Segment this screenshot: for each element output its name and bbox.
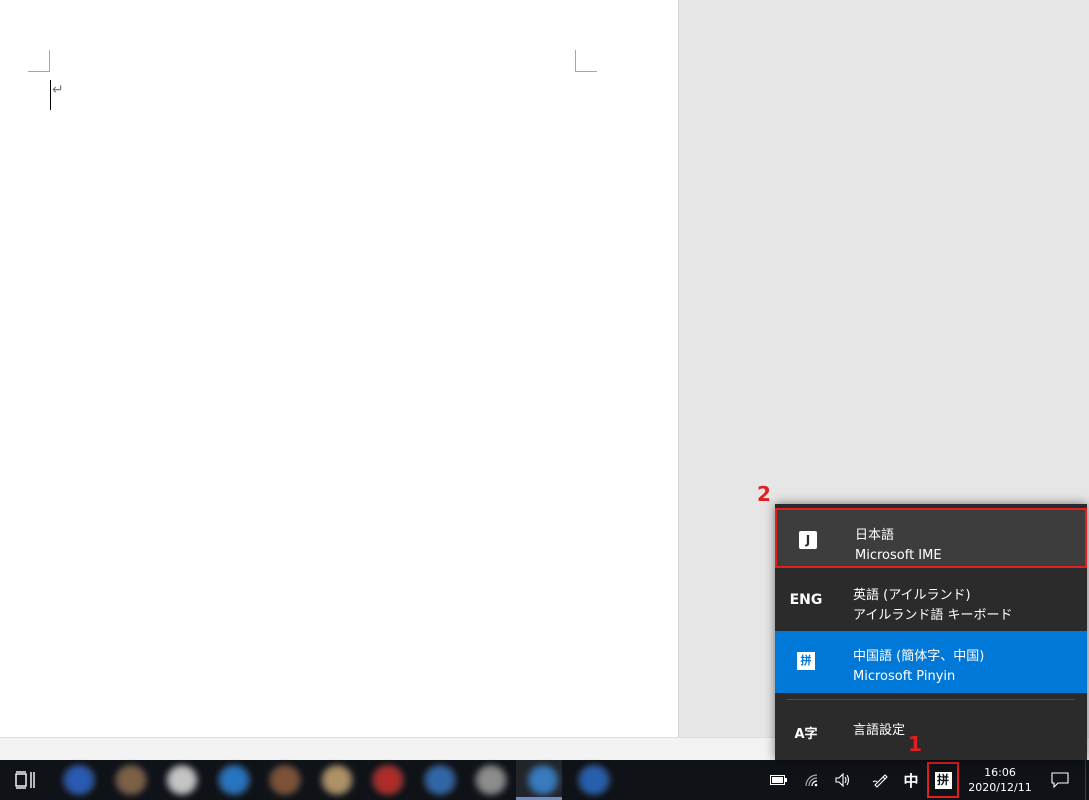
language-name: 日本語: [855, 528, 895, 543]
pinyin-icon: 拼: [934, 771, 952, 789]
language-settings-label: 言語設定: [853, 723, 906, 738]
pinned-app-icon[interactable]: [371, 764, 405, 796]
task-view-icon: [15, 771, 35, 789]
pinned-app-icon[interactable]: [113, 764, 148, 796]
pinned-app-icon[interactable]: [62, 764, 96, 796]
step-1-label: 1: [908, 732, 922, 756]
language-item-chinese[interactable]: 拼 中国語 (簡体字、中国) Microsoft Pinyin: [775, 631, 1087, 693]
pinned-app-icon[interactable]: [319, 764, 354, 796]
language-settings-link[interactable]: A字 言語設定: [775, 702, 1087, 762]
pinned-app-icon[interactable]: [577, 764, 611, 796]
clock[interactable]: 16:06 2020/12/11: [962, 760, 1038, 800]
input-language-button[interactable]: 拼: [927, 762, 959, 798]
language-name: 英語 (アイルランド): [853, 588, 971, 603]
clock-date: 2020/12/11: [968, 781, 1032, 794]
action-center-button[interactable]: [1042, 760, 1078, 800]
japanese-ime-icon: J: [793, 528, 823, 552]
clock-time: 16:06: [984, 766, 1016, 779]
keyboard-name: Microsoft Pinyin: [853, 669, 956, 684]
ime-mode-indicator[interactable]: 中: [900, 760, 922, 800]
pen-workspace-icon[interactable]: [868, 760, 892, 800]
battery-icon[interactable]: [766, 760, 792, 800]
input-language-flyout: J 日本語 Microsoft IME ENG 英語 (アイルランド) アイルラ…: [775, 504, 1087, 760]
language-item-english[interactable]: ENG 英語 (アイルランド) アイルランド語 キーボード: [775, 570, 1087, 630]
pinned-app-icon[interactable]: [268, 764, 302, 796]
pinned-app-icon[interactable]: [474, 764, 508, 796]
pinned-app-icon[interactable]: [216, 764, 251, 796]
language-name: 中国語 (簡体字、中国): [853, 649, 985, 664]
document-area-divider: [678, 0, 679, 737]
network-icon[interactable]: [801, 760, 823, 800]
volume-icon[interactable]: [831, 760, 855, 800]
language-item-japanese[interactable]: J 日本語 Microsoft IME: [775, 508, 1087, 568]
pinyin-icon: 拼: [791, 649, 821, 673]
step-2-label: 2: [757, 482, 771, 506]
flyout-divider: [787, 699, 1075, 700]
eng-icon: ENG: [789, 592, 823, 608]
task-view-button[interactable]: [14, 770, 36, 790]
language-settings-icon: A字: [794, 726, 818, 742]
show-desktop-button[interactable]: [1085, 760, 1089, 800]
pinned-app-icon[interactable]: [422, 764, 457, 796]
document-page[interactable]: ↵: [0, 0, 678, 737]
page-corner-mark-top-right: [575, 50, 597, 72]
taskbar: 中 拼 16:06 2020/12/11: [0, 760, 1089, 800]
pinned-app-icon[interactable]: [165, 764, 199, 796]
keyboard-name: アイルランド語 キーボード: [853, 608, 1013, 623]
page-corner-mark-top-left: [28, 50, 50, 72]
keyboard-name: Microsoft IME: [855, 548, 942, 563]
pinned-app-icon[interactable]: [525, 764, 560, 796]
paragraph-mark: ↵: [52, 82, 64, 98]
notification-icon: [1051, 772, 1069, 788]
text-caret: [50, 80, 51, 110]
